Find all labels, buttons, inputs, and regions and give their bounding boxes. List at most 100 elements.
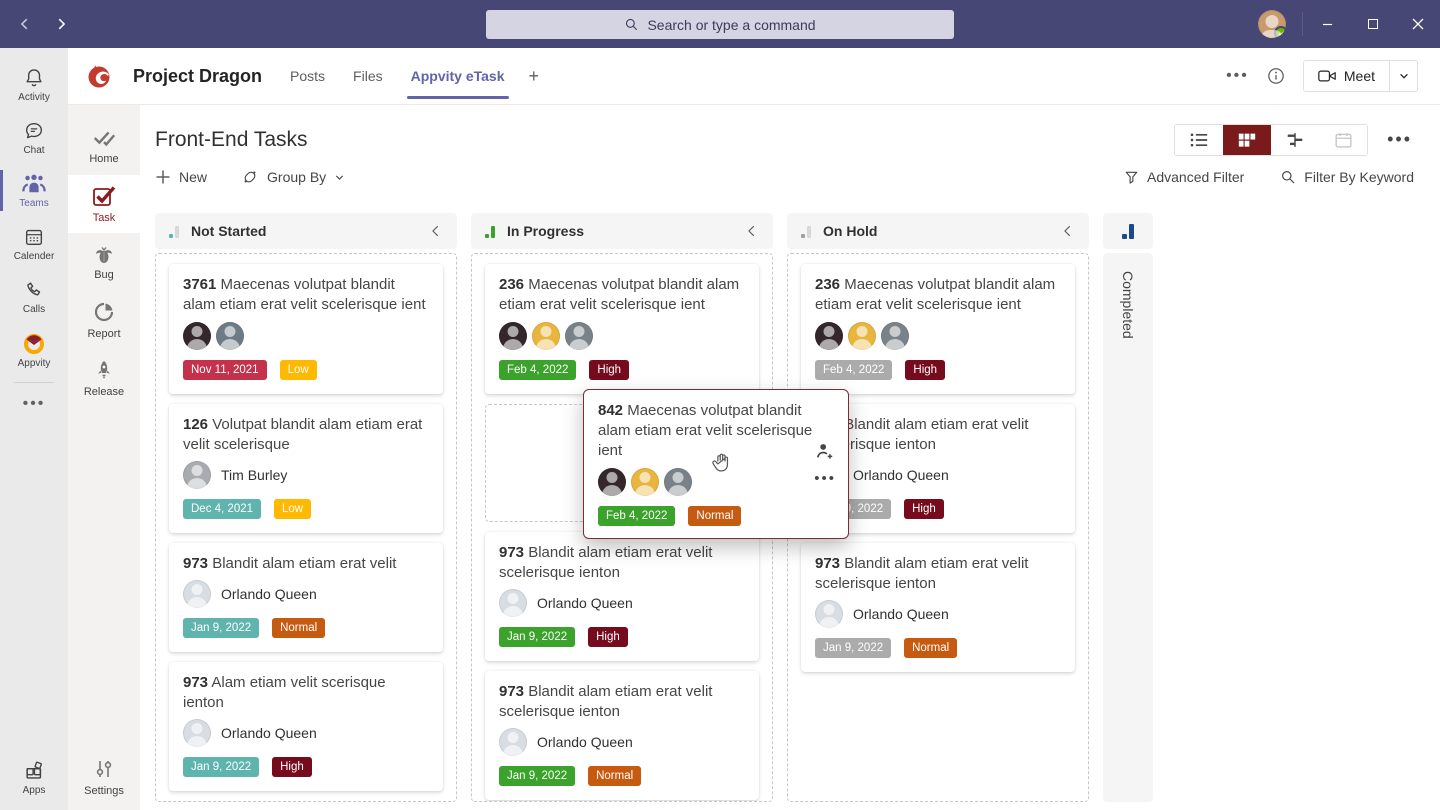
- assignee-row: Orlando Queen: [499, 589, 745, 617]
- column-body[interactable]: 3761 Maecenas volutpat blandit alam etia…: [155, 253, 457, 802]
- task-card[interactable]: 973 Blandit alam etiam erat velit sceler…: [485, 671, 759, 800]
- keyword-filter-input[interactable]: Filter By Keyword: [1280, 169, 1414, 185]
- rail-divider: [14, 382, 54, 383]
- team-name: Project Dragon: [133, 66, 262, 87]
- sidebar-item-appvity[interactable]: Appvity: [0, 323, 68, 376]
- module-item-bug[interactable]: Bug: [68, 233, 140, 291]
- sidebar-item-activity[interactable]: Activity: [0, 58, 68, 111]
- task-title: 973 Blandit alam etiam erat velit sceler…: [499, 543, 745, 583]
- module-item-settings[interactable]: Settings: [68, 748, 140, 806]
- module-item-home[interactable]: Home: [68, 117, 140, 175]
- meet-options-button[interactable]: [1389, 61, 1417, 91]
- avatar: [183, 719, 211, 747]
- task-title: 973 Blandit alam etiam erat velit sceler…: [815, 554, 1061, 594]
- priority-badge: Normal: [688, 506, 741, 526]
- avatar: [499, 589, 527, 617]
- channel-tabs: Posts Files Appvity eTask: [290, 48, 504, 104]
- tab-files[interactable]: Files: [353, 48, 383, 104]
- column-header[interactable]: [1103, 213, 1153, 249]
- task-card[interactable]: 3761 Maecenas volutpat blandit alam etia…: [169, 264, 443, 394]
- task-card[interactable]: 973 Blandit alam etiam erat velit sceler…: [485, 532, 759, 661]
- task-card[interactable]: 126 Volutpat blandit alam etiam erat vel…: [169, 404, 443, 533]
- task-card[interactable]: 973 Blandit alam etiam erat velit Orland…: [169, 543, 443, 652]
- double-check-icon: [92, 127, 116, 149]
- app-rail: Activity Chat Teams Calender Calls Appvi…: [0, 48, 68, 810]
- sidebar-item-chat[interactable]: Chat: [0, 111, 68, 164]
- video-camera-icon: [1318, 69, 1336, 83]
- avatar: [499, 728, 527, 756]
- task-checkbox-icon: [91, 184, 117, 208]
- assignee-row: Orlando Queen: [815, 600, 1061, 628]
- channel-more-button[interactable]: •••: [1226, 67, 1249, 85]
- due-date-badge: Jan 9, 2022: [499, 766, 575, 786]
- priority-badge: High: [905, 360, 945, 380]
- timeline-view-button[interactable]: [1271, 125, 1319, 155]
- task-title: 236 Maecenas volutpat blandit alam etiam…: [815, 275, 1061, 315]
- command-search-input[interactable]: Search or type a command: [486, 10, 954, 39]
- list-view-button[interactable]: [1175, 125, 1223, 155]
- assignee-name: Orlando Queen: [221, 586, 317, 602]
- assignee-name: Tim Burley: [221, 467, 287, 483]
- calendar-view-button[interactable]: [1319, 125, 1367, 155]
- module-item-release[interactable]: Release: [68, 349, 140, 407]
- sidebar-item-calendar[interactable]: Calender: [0, 217, 68, 270]
- close-button[interactable]: [1395, 0, 1440, 48]
- titlebar: Search or type a command: [0, 0, 1440, 48]
- ellipsis-icon: •••: [1226, 67, 1249, 85]
- task-card[interactable]: 236 Maecenas volutpat blandit alam etiam…: [485, 264, 759, 394]
- task-card[interactable]: 973 Blandit alam etiam erat velit sceler…: [801, 543, 1075, 672]
- maximize-button[interactable]: [1350, 0, 1395, 48]
- due-date-badge: Feb 4, 2022: [499, 360, 576, 380]
- column-completed: Completed: [1103, 213, 1153, 802]
- sidebar-item-apps[interactable]: Apps: [0, 751, 68, 804]
- avatar: [631, 468, 659, 496]
- channel-info-button[interactable]: [1267, 67, 1285, 85]
- user-avatar[interactable]: [1258, 10, 1286, 38]
- avatar: [815, 322, 843, 350]
- back-button[interactable]: [14, 13, 36, 35]
- assignee-avatars: [499, 322, 745, 350]
- bug-icon: [92, 243, 116, 265]
- collapse-column-button[interactable]: [429, 224, 443, 238]
- project-dragon-logo: [85, 62, 113, 90]
- task-card[interactable]: 236 Maecenas volutpat blandit alam etiam…: [801, 264, 1075, 394]
- collapse-column-button[interactable]: [745, 224, 759, 238]
- collapsed-column-strip[interactable]: Completed: [1103, 253, 1153, 802]
- module-item-report[interactable]: Report: [68, 291, 140, 349]
- sidebar-item-teams[interactable]: Teams: [0, 164, 68, 217]
- board-view-icon: [1237, 131, 1257, 149]
- board-view-button[interactable]: [1223, 125, 1271, 155]
- task-card[interactable]: 973 Alam etiam velit scerisque ienton Or…: [169, 662, 443, 791]
- forward-button[interactable]: [50, 13, 72, 35]
- tab-posts[interactable]: Posts: [290, 48, 325, 104]
- task-title: 236 Maecenas volutpat blandit alam etiam…: [499, 275, 745, 315]
- assignee-row: Tim Burley: [183, 461, 429, 489]
- sidebar-item-calls[interactable]: Calls: [0, 270, 68, 323]
- avatar: [565, 322, 593, 350]
- board-more-button[interactable]: •••: [1387, 129, 1412, 150]
- new-task-button[interactable]: New: [155, 169, 207, 185]
- group-by-dropdown[interactable]: Group By: [241, 168, 345, 186]
- add-tab-button[interactable]: +: [529, 66, 540, 87]
- chevron-down-icon: [334, 172, 345, 183]
- more-apps-button[interactable]: •••: [0, 389, 68, 419]
- card-more-button[interactable]: •••: [814, 474, 836, 484]
- tab-appvity-etask[interactable]: Appvity eTask: [411, 48, 505, 104]
- assignee-avatars: [815, 322, 1061, 350]
- column-status-icon: [1122, 223, 1134, 239]
- meet-button[interactable]: Meet: [1304, 61, 1389, 91]
- sliders-icon: [92, 757, 116, 781]
- chevron-left-icon: [745, 224, 759, 238]
- pie-chart-icon: [92, 300, 116, 324]
- task-title: 973 Blandit alam etiam erat velit sceler…: [815, 415, 1061, 455]
- column-header: Not Started: [155, 213, 457, 249]
- dragged-task-card[interactable]: 842 Maecenas volutpat blandit alam etiam…: [583, 389, 849, 539]
- board-toolbar: Front-End Tasks New Group By: [140, 105, 1440, 210]
- assignee-name: Orlando Queen: [221, 725, 317, 741]
- add-assignee-icon[interactable]: [815, 442, 835, 460]
- minimize-button[interactable]: [1305, 0, 1350, 48]
- advanced-filter-button[interactable]: Advanced Filter: [1124, 169, 1244, 185]
- module-item-task[interactable]: Task: [68, 175, 140, 233]
- collapse-column-button[interactable]: [1061, 224, 1075, 238]
- team-header: Project Dragon Posts Files Appvity eTask…: [68, 48, 1440, 105]
